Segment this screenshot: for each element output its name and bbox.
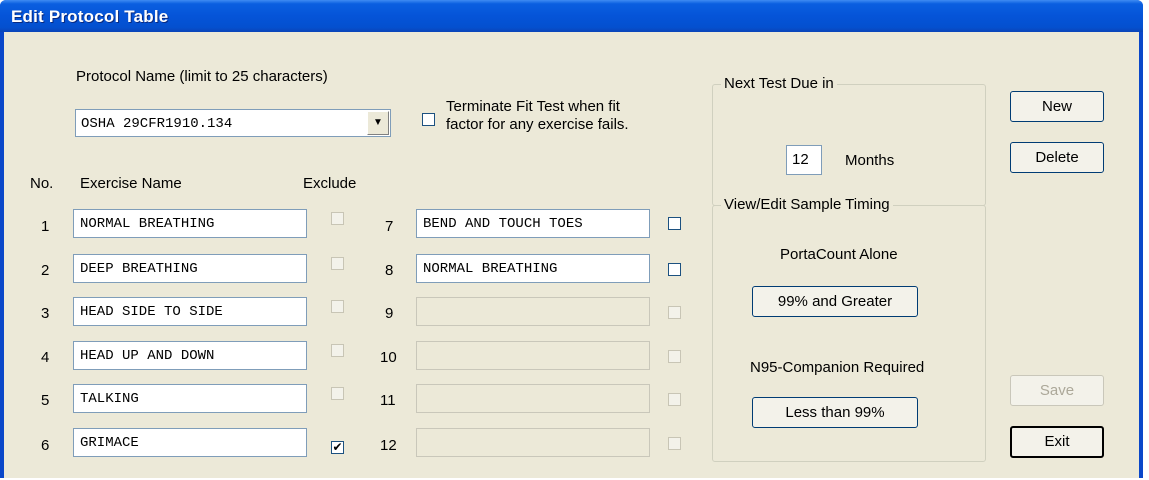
next-test-due-group: Next Test Due in — [712, 75, 986, 206]
exercise-number: 6 — [41, 437, 50, 454]
exercise-name-field[interactable] — [416, 297, 650, 326]
exercise-number: 5 — [41, 392, 50, 409]
exercise-name-field[interactable]: GRIMACE — [73, 428, 307, 457]
exercise-number: 7 — [385, 218, 394, 235]
exclude-checkbox[interactable] — [668, 350, 681, 363]
column-header-exclude: Exclude — [303, 175, 357, 192]
delete-button[interactable]: Delete — [1010, 142, 1104, 173]
timing-99-and-greater-button[interactable]: 99% and Greater — [752, 286, 918, 317]
exclude-checkbox[interactable] — [331, 344, 344, 357]
terminate-checkbox[interactable] — [422, 113, 435, 126]
exclude-checkbox[interactable] — [331, 387, 344, 400]
exercise-name-field[interactable]: NORMAL BREATHING — [416, 254, 650, 283]
exercise-name-field[interactable]: NORMAL BREATHING — [73, 209, 307, 238]
exclude-checkbox[interactable]: ✔ — [331, 441, 344, 454]
exercise-name-field[interactable]: DEEP BREATHING — [73, 254, 307, 283]
exclude-checkbox[interactable] — [668, 306, 681, 319]
exercise-name-field[interactable] — [416, 428, 650, 457]
months-input[interactable]: 12 — [786, 145, 822, 175]
portacount-alone-label: PortaCount Alone — [780, 246, 898, 263]
exercise-number: 11 — [380, 392, 396, 409]
title-bar[interactable]: Edit Protocol Table — [0, 0, 1143, 32]
exercise-number: 3 — [41, 305, 50, 322]
exclude-checkbox[interactable] — [668, 217, 681, 230]
timing-less-than-99-button[interactable]: Less than 99% — [752, 397, 918, 428]
exercise-number: 10 — [380, 349, 397, 366]
terminate-label-line1: Terminate Fit Test when fit — [446, 98, 620, 115]
exercise-name-field[interactable]: TALKING — [73, 384, 307, 413]
exit-button[interactable]: Exit — [1010, 426, 1104, 458]
exercise-number: 4 — [41, 349, 50, 366]
exercise-name-field[interactable] — [416, 384, 650, 413]
next-test-due-caption: Next Test Due in — [721, 75, 837, 92]
protocol-name-label: Protocol Name (limit to 25 characters) — [76, 68, 328, 85]
protocol-name-value: OSHA 29CFR1910.134 — [81, 116, 233, 132]
sample-timing-caption: View/Edit Sample Timing — [721, 196, 893, 213]
exercise-number: 12 — [380, 437, 397, 454]
exercise-name-field[interactable]: HEAD SIDE TO SIDE — [73, 297, 307, 326]
protocol-name-combo[interactable]: OSHA 29CFR1910.134 ▼ — [75, 109, 391, 137]
exercise-name-field[interactable]: HEAD UP AND DOWN — [73, 341, 307, 370]
exclude-checkbox[interactable] — [331, 300, 344, 313]
exclude-checkbox[interactable] — [331, 257, 344, 270]
exercise-number: 8 — [385, 262, 394, 279]
column-header-no: No. — [30, 175, 54, 192]
save-button[interactable]: Save — [1010, 375, 1104, 406]
terminate-label-line2: factor for any exercise fails. — [446, 116, 629, 133]
exclude-checkbox[interactable] — [668, 263, 681, 276]
window-title: Edit Protocol Table — [11, 7, 169, 26]
exercise-number: 9 — [385, 305, 394, 322]
chevron-down-icon[interactable]: ▼ — [367, 111, 389, 135]
months-label: Months — [845, 152, 895, 169]
exercise-name-field[interactable] — [416, 341, 650, 370]
exclude-checkbox[interactable] — [668, 393, 681, 406]
exclude-checkbox[interactable] — [668, 437, 681, 450]
exercise-number: 2 — [41, 262, 50, 279]
column-header-exercise-name: Exercise Name — [80, 175, 182, 192]
new-button[interactable]: New — [1010, 91, 1104, 122]
exclude-checkbox[interactable] — [331, 212, 344, 225]
exercise-name-field[interactable]: BEND AND TOUCH TOES — [416, 209, 650, 238]
n95-companion-label: N95-Companion Required — [750, 359, 925, 376]
exercise-number: 1 — [41, 218, 50, 235]
